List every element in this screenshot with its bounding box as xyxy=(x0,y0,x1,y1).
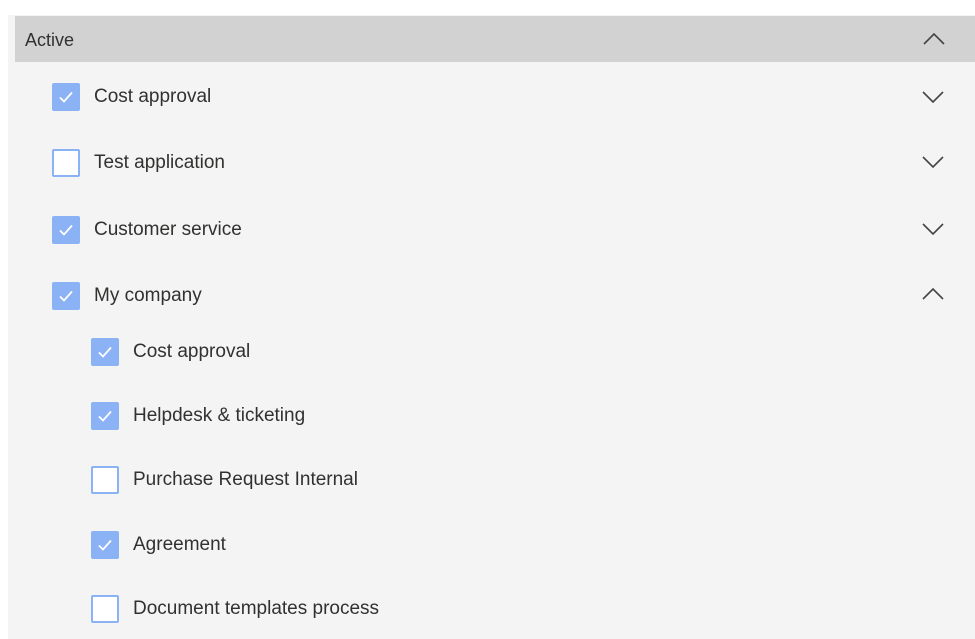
group-label: Cost approval xyxy=(94,86,212,107)
subitem-row-agreement[interactable]: Agreement xyxy=(91,528,226,562)
group-row-my-company[interactable]: My company xyxy=(52,279,202,313)
checkbox[interactable] xyxy=(91,466,119,494)
chevron-up-icon[interactable] xyxy=(921,287,945,301)
checkbox[interactable] xyxy=(52,216,80,244)
section-header-active[interactable]: Active xyxy=(15,16,975,62)
checkbox[interactable] xyxy=(91,338,119,366)
checkbox[interactable] xyxy=(91,531,119,559)
subitem-row-purchase-request-internal[interactable]: Purchase Request Internal xyxy=(91,463,358,497)
subitem-row-cost-approval[interactable]: Cost approval xyxy=(91,335,250,369)
subitem-label: Purchase Request Internal xyxy=(133,469,358,490)
group-row-cost-approval[interactable]: Cost approval xyxy=(52,80,211,114)
subitem-row-helpdesk-ticketing[interactable]: Helpdesk & ticketing xyxy=(91,399,305,433)
group-label: My company xyxy=(94,285,202,306)
checkmark-icon xyxy=(59,91,73,103)
checkmark-icon xyxy=(98,410,112,422)
subitem-label: Cost approval xyxy=(133,341,251,362)
chevron-up-icon[interactable] xyxy=(922,32,946,46)
chevron-down-icon[interactable] xyxy=(921,155,945,169)
checkmark-icon xyxy=(98,346,112,358)
group-label: Customer service xyxy=(94,219,242,240)
checkmark-icon xyxy=(59,224,73,236)
checkmark-icon xyxy=(59,290,73,302)
checkbox[interactable] xyxy=(52,149,80,177)
chevron-down-icon[interactable] xyxy=(921,222,945,236)
group-label: Test application xyxy=(94,152,225,173)
group-row-customer-service[interactable]: Customer service xyxy=(52,213,242,247)
checkbox[interactable] xyxy=(52,282,80,310)
subitem-label: Agreement xyxy=(133,534,226,555)
subitem-label: Helpdesk & ticketing xyxy=(133,405,306,426)
section-title: Active xyxy=(25,30,75,50)
checkmark-icon xyxy=(98,539,112,551)
checkbox[interactable] xyxy=(91,595,119,623)
chevron-down-icon[interactable] xyxy=(921,90,945,104)
group-row-test-application[interactable]: Test application xyxy=(52,146,225,180)
subitem-label: Document templates process xyxy=(133,598,380,619)
subitem-row-document-templates-process[interactable]: Document templates process xyxy=(91,592,379,626)
checkbox[interactable] xyxy=(52,83,80,111)
checkbox[interactable] xyxy=(91,402,119,430)
